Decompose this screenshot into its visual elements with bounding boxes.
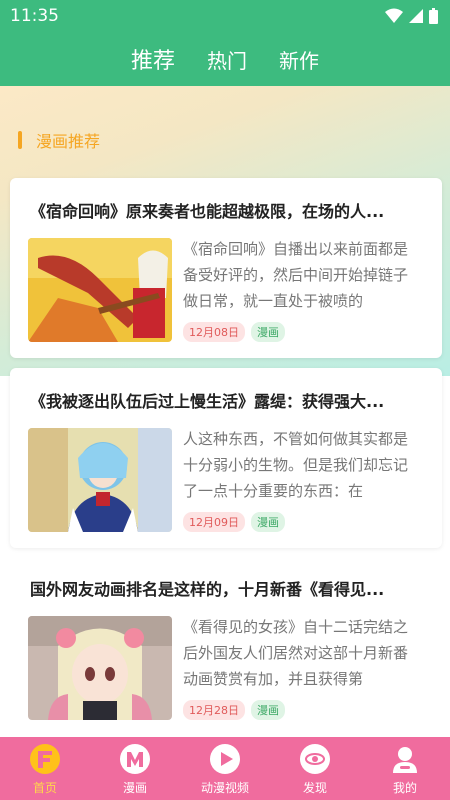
article-card[interactable]: 《我被逐出队伍后过上慢生活》露缇：获得强大... 人这种东西，不管如何做其实都是… — [10, 368, 442, 548]
nav-discover[interactable]: 发现 — [275, 743, 355, 796]
article-thumbnail — [28, 238, 172, 342]
nav-label: 漫画 — [122, 781, 147, 795]
section-accent-bar — [18, 131, 22, 149]
tab-hot[interactable]: 热门 — [207, 45, 247, 74]
nav-label: 发现 — [302, 781, 327, 795]
user-icon — [393, 747, 417, 773]
bottom-nav: 首页 漫画 动漫视频 发现 我的 — [0, 737, 450, 800]
tab-new[interactable]: 新作 — [279, 45, 319, 74]
article-title: 《我被逐出队伍后过上慢生活》露缇：获得强大... — [30, 392, 385, 411]
date-badge: 12月09日 — [183, 512, 245, 532]
nav-label: 我的 — [392, 781, 417, 795]
status-icons — [385, 8, 438, 24]
date-badge: 12月08日 — [183, 322, 245, 342]
article-excerpt: 《宿命回响》自播出以来前面都是备受好评的，然后中间开始掉链子做日常，就一直处于被… — [183, 240, 409, 310]
article-tags: 12月09日 漫画 — [183, 512, 285, 532]
article-title: 国外网友动画排名是这样的，十月新番《看得见... — [30, 580, 385, 599]
nav-home[interactable]: 首页 — [5, 743, 85, 796]
wifi-icon — [385, 8, 403, 23]
signal-icon — [409, 9, 423, 23]
article-card[interactable]: 国外网友动画排名是这样的，十月新番《看得见... 《看得见的女孩》自十二话完结之… — [10, 556, 442, 736]
article-tags: 12月08日 漫画 — [183, 322, 285, 342]
nav-label: 首页 — [32, 781, 57, 795]
section-title: 漫画推荐 — [36, 132, 101, 151]
eye-icon — [300, 744, 330, 774]
top-tab-bar: 推荐 热门 新作 — [0, 32, 450, 86]
article-thumbnail — [28, 428, 172, 532]
home-icon — [30, 744, 60, 774]
article-excerpt: 《看得见的女孩》自十二话完结之后外国友人们居然对这部十月新番动画赞赏有加，并且获… — [183, 618, 409, 688]
comic-icon — [120, 744, 150, 774]
battery-icon — [429, 8, 438, 24]
article-card[interactable]: 《宿命回响》原来奏者也能超越极限，在场的人... 《宿命回响》自播出以来前面都是… — [10, 178, 442, 358]
nav-comics[interactable]: 漫画 — [95, 743, 175, 796]
date-badge: 12月28日 — [183, 700, 245, 720]
status-time: 11:35 — [10, 6, 59, 26]
nav-profile[interactable]: 我的 — [365, 743, 445, 796]
section-header: 漫画推荐 — [18, 128, 100, 152]
nav-anime-video[interactable]: 动漫视频 — [185, 743, 265, 796]
article-excerpt: 人这种东西，不管如何做其实都是十分弱小的生物。但是我们却忘记了一点十分重要的东西… — [183, 430, 409, 500]
nav-label: 动漫视频 — [200, 781, 249, 795]
play-icon — [210, 744, 240, 774]
tab-recommend[interactable]: 推荐 — [131, 43, 175, 75]
category-badge: 漫画 — [251, 322, 285, 342]
category-badge: 漫画 — [251, 512, 285, 532]
article-tags: 12月28日 漫画 — [183, 700, 285, 720]
category-badge: 漫画 — [251, 700, 285, 720]
status-bar: 11:35 — [0, 0, 450, 32]
article-title: 《宿命回响》原来奏者也能超越极限，在场的人... — [30, 202, 385, 221]
article-thumbnail — [28, 616, 172, 720]
